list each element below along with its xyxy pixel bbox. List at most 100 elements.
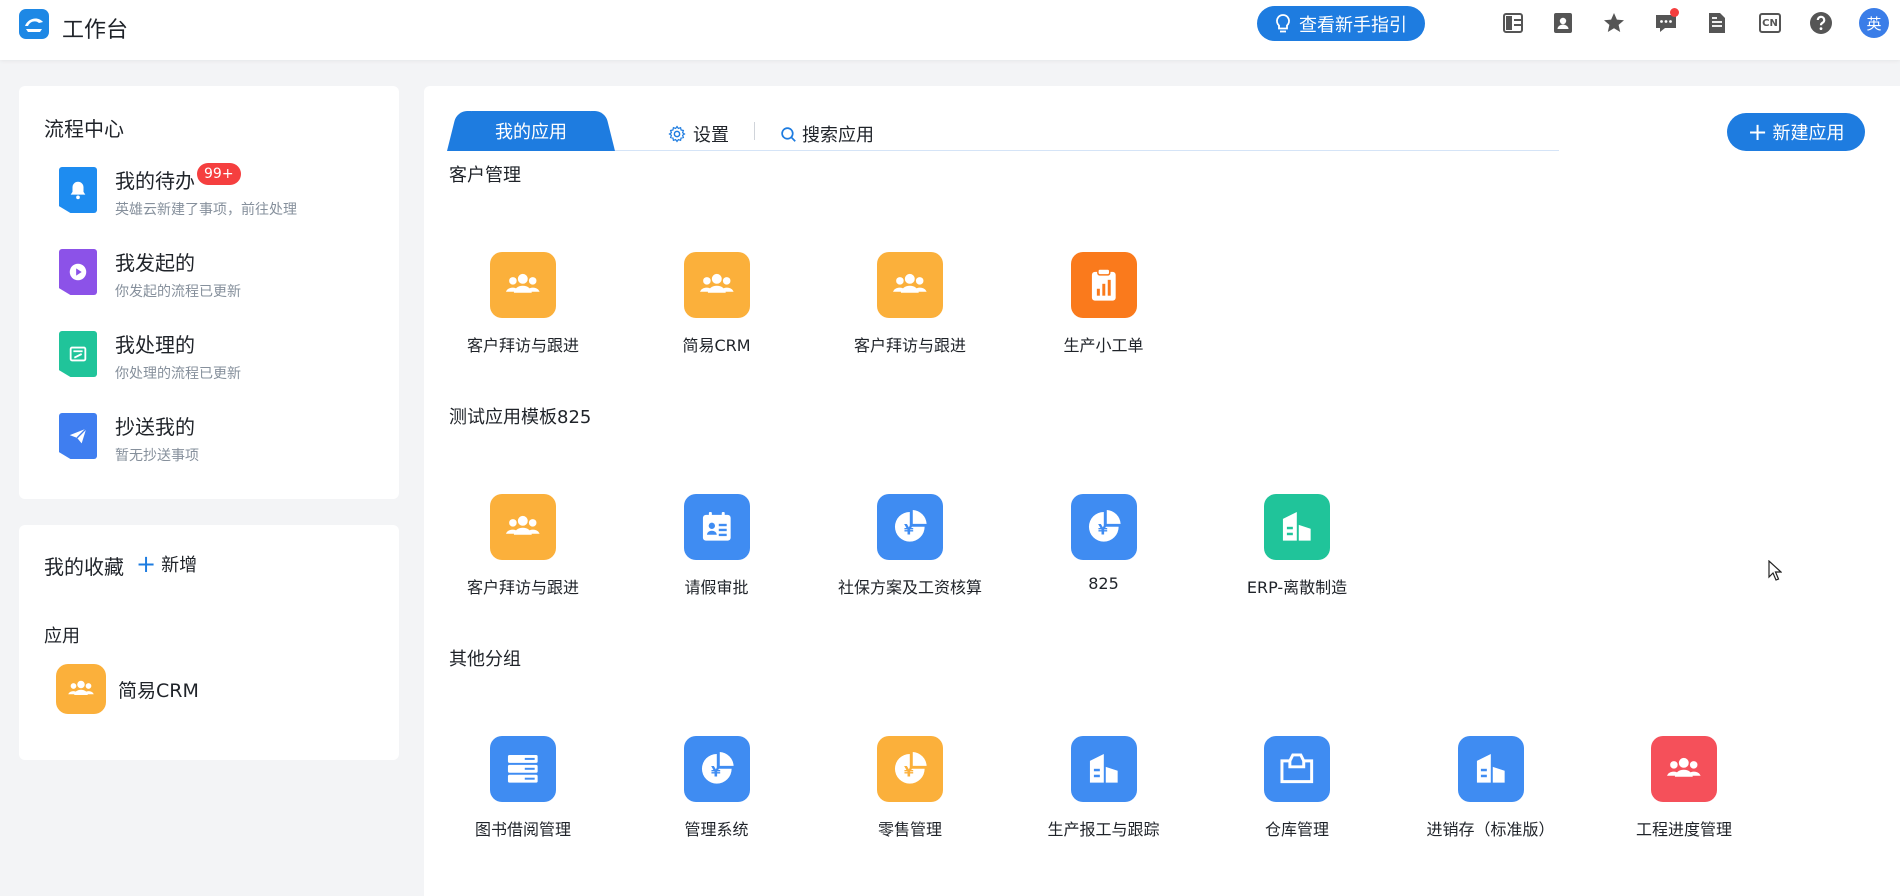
help-icon[interactable] [1808, 10, 1834, 36]
box-icon [1264, 736, 1330, 802]
flow-item-name: 我发起的 [115, 251, 195, 275]
app-tile[interactable]: ¥825 [1014, 494, 1194, 604]
new-app-label: 新建应用 [1772, 123, 1845, 144]
flow-item-handled[interactable]: 我处理的 你处理的流程已更新 [39, 329, 359, 391]
app-tile[interactable]: ERP-离散制造 [1207, 494, 1387, 604]
yuan-pie-icon: ¥ [683, 736, 750, 802]
app-tile[interactable]: ¥ 零售管理 [820, 736, 1000, 846]
app-tile[interactable]: 生产报工与跟踪 [1014, 736, 1194, 846]
send-icon [59, 413, 97, 459]
search-apps-button[interactable]: 搜索应用 [780, 121, 874, 147]
app-name: 请假审批 [684, 578, 749, 597]
favorite-app[interactable]: 简易CRM [56, 664, 306, 714]
app-name: 客户拜访与跟进 [853, 336, 966, 355]
flow-item-desc: 你发起的流程已更新 [115, 284, 241, 300]
guide-button[interactable]: 查看新手指引 [1257, 6, 1425, 41]
plus-icon: + [1747, 118, 1768, 146]
app-tile[interactable]: ¥ 管理系统 [627, 736, 807, 846]
svg-text:¥: ¥ [904, 765, 914, 781]
clipboard-chart-icon [1070, 252, 1137, 318]
app-name: 客户拜访与跟进 [466, 578, 579, 597]
flow-item-name: 我的待办 [115, 169, 195, 193]
id-card-icon [683, 494, 750, 560]
new-app-button[interactable]: + 新建应用 [1727, 113, 1865, 151]
app-tile[interactable]: 客户拜访与跟进 [433, 494, 613, 604]
star-icon[interactable] [1601, 10, 1627, 36]
app-name: 简易CRM [682, 336, 751, 355]
flow-item-name: 抄送我的 [115, 415, 195, 439]
app-name: 零售管理 [877, 820, 942, 839]
people-icon [877, 252, 943, 318]
play-icon [59, 249, 97, 295]
flow-item-cc[interactable]: 抄送我的 暂无抄送事项 [39, 411, 359, 473]
favorites-section-label: 应用 [44, 626, 80, 647]
language-icon[interactable]: CN [1757, 10, 1783, 36]
flow-item-desc: 英雄云新建了事项，前往处理 [115, 202, 297, 218]
logo-icon[interactable] [19, 9, 49, 39]
yuan-pie-icon: ¥ [877, 494, 943, 560]
app-tile[interactable]: 简易CRM [627, 252, 807, 362]
message-icon[interactable] [1653, 8, 1679, 36]
group-title: 测试应用模板825 [449, 407, 592, 428]
svg-text:¥: ¥ [1098, 523, 1108, 539]
inbox-icon [59, 331, 97, 377]
people-icon [56, 664, 106, 714]
people-icon [683, 252, 750, 318]
app-tile[interactable]: 工程进度管理 [1594, 736, 1774, 846]
app-tile[interactable]: ¥ 社保方案及工资核算 [820, 494, 1000, 604]
app-tile[interactable]: 图书借阅管理 [433, 736, 613, 846]
lightbulb-icon [1276, 13, 1290, 32]
group-title: 其他分组 [449, 649, 521, 670]
app-tile[interactable]: 生产小工单 [1014, 252, 1194, 362]
app-name: 生产报工与跟踪 [1047, 820, 1160, 839]
guide-label: 查看新手指引 [1299, 14, 1407, 36]
language-code: CN [1759, 13, 1781, 33]
people-icon [490, 494, 556, 560]
flow-center-panel: 流程中心 我的待办 99+ 英雄云新建了事项，前往处理 我发起的 你发起的流程已… [19, 86, 399, 499]
app-tile[interactable]: 进销存（标准版） [1401, 736, 1581, 846]
add-favorite-button[interactable]: + 新增 [136, 551, 197, 577]
app-tile[interactable]: 客户拜访与跟进 [433, 252, 613, 362]
contacts-icon[interactable] [1550, 10, 1576, 36]
plus-icon: + [136, 550, 157, 578]
app-name: 客户拜访与跟进 [466, 336, 579, 355]
mouse-cursor-icon [1768, 560, 1782, 581]
app-tile[interactable]: 请假审批 [627, 494, 807, 604]
flow-center-title: 流程中心 [44, 117, 124, 141]
flow-item-initiated[interactable]: 我发起的 你发起的流程已更新 [39, 247, 359, 309]
app-tile[interactable]: 仓库管理 [1207, 736, 1387, 846]
layout-icon[interactable] [1500, 10, 1526, 36]
todo-count-badge: 99+ [197, 163, 241, 185]
document-icon[interactable] [1704, 10, 1730, 36]
app-name: 仓库管理 [1264, 820, 1329, 839]
flow-item-desc: 你处理的流程已更新 [115, 366, 241, 382]
server-icon [490, 736, 556, 802]
bell-icon [59, 167, 97, 213]
tab-my-apps[interactable]: 我的应用 [460, 111, 602, 151]
yuan-pie-icon: ¥ [877, 736, 943, 802]
favorite-app-name: 简易CRM [118, 680, 199, 702]
my-apps-panel: 我的应用 设置 搜索应用 + 新建应用 客户管理 测试应用模板825 其他分组 … [424, 86, 1900, 896]
tab-settings[interactable]: 设置 [668, 121, 729, 147]
yuan-pie-icon: ¥ [1070, 494, 1137, 560]
search-apps-label: 搜索应用 [802, 125, 874, 146]
app-name: 图书借阅管理 [474, 820, 571, 839]
app-name: 管理系统 [684, 820, 749, 839]
flow-item-todo[interactable]: 我的待办 99+ 英雄云新建了事项，前往处理 [39, 163, 359, 227]
search-icon [781, 126, 796, 142]
flow-item-desc: 暂无抄送事项 [115, 448, 199, 464]
people-icon [1651, 736, 1717, 802]
group-title: 客户管理 [449, 165, 521, 186]
user-avatar[interactable]: 英 [1859, 8, 1889, 38]
favorites-title: 我的收藏 [44, 555, 124, 579]
page-title: 工作台 [62, 18, 129, 43]
app-name: 工程进度管理 [1635, 820, 1732, 839]
people-icon [490, 252, 556, 318]
svg-text:¥: ¥ [904, 523, 914, 539]
app-name: 生产小工单 [1063, 336, 1144, 355]
tab-divider [459, 150, 1559, 151]
building-icon [1457, 736, 1524, 802]
building-icon [1264, 494, 1330, 560]
app-tile[interactable]: 客户拜访与跟进 [820, 252, 1000, 362]
unread-dot [1670, 8, 1679, 17]
